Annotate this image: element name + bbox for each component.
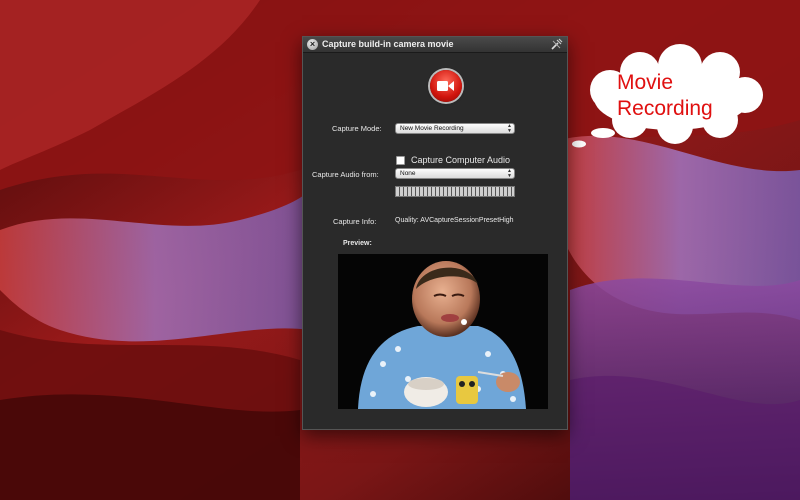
tools-icon[interactable] bbox=[550, 38, 563, 51]
capture-computer-audio-checkbox[interactable] bbox=[396, 156, 405, 165]
capture-audio-from-select[interactable]: None ▲ ▼ bbox=[395, 168, 515, 179]
capture-info-label: Capture Info: bbox=[333, 217, 377, 226]
window-titlebar[interactable]: × Capture build-in camera movie bbox=[303, 37, 567, 53]
capture-info-value: Quality: AVCaptureSessionPresetHigh bbox=[395, 217, 514, 224]
camera-preview bbox=[338, 254, 548, 409]
capture-audio-from-label: Capture Audio from: bbox=[312, 170, 379, 179]
movie-recording-callout: Movie Recording bbox=[617, 70, 713, 122]
window-title: Capture build-in camera movie bbox=[322, 39, 454, 49]
select-arrows-icon: ▲ ▼ bbox=[507, 123, 512, 134]
capture-mode-value: New Movie Recording bbox=[400, 125, 464, 132]
capture-window: × Capture build-in camera movie Capture … bbox=[302, 36, 568, 430]
capture-mode-select[interactable]: New Movie Recording ▲ ▼ bbox=[395, 123, 515, 134]
callout-line-2: Recording bbox=[617, 97, 713, 120]
audio-level-meter bbox=[395, 186, 515, 197]
select-arrows-icon: ▲ ▼ bbox=[507, 168, 512, 179]
capture-audio-from-value: None bbox=[400, 170, 416, 177]
record-button[interactable] bbox=[430, 70, 462, 102]
callout-line-1: Movie bbox=[617, 71, 674, 94]
close-icon[interactable]: × bbox=[307, 39, 318, 50]
preview-image bbox=[338, 254, 548, 409]
preview-label: Preview: bbox=[343, 240, 372, 247]
video-camera-icon bbox=[437, 81, 454, 91]
capture-computer-audio-label[interactable]: Capture Computer Audio bbox=[411, 155, 510, 165]
capture-mode-label: Capture Mode: bbox=[332, 124, 382, 133]
